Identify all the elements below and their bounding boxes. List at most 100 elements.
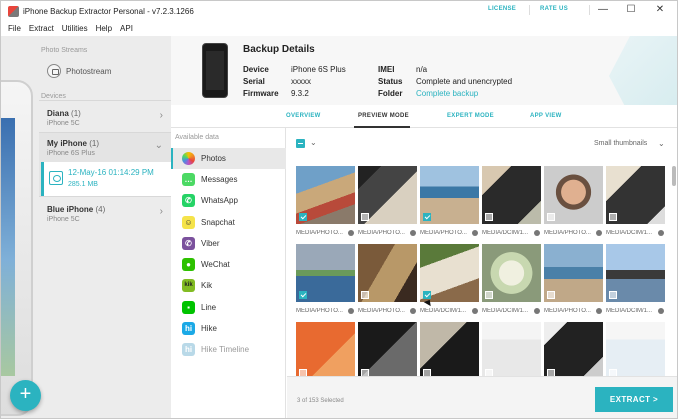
photo-thumbnail[interactable]: MEDIA/DCIM/1...: [606, 244, 665, 317]
category-snapchat[interactable]: ☺ Snapchat: [171, 212, 286, 233]
photo-image[interactable]: [606, 244, 665, 302]
chevron-down-icon[interactable]: ⌄: [658, 139, 665, 148]
photo-image[interactable]: [606, 166, 665, 224]
photo-image[interactable]: [296, 244, 355, 302]
photo-thumbnail[interactable]: [296, 322, 355, 380]
more-options-icon[interactable]: [348, 230, 354, 236]
more-options-icon[interactable]: [348, 308, 354, 314]
photo-image[interactable]: [482, 322, 541, 380]
photo-thumbnail[interactable]: [606, 322, 665, 380]
menu-help[interactable]: Help: [96, 24, 112, 33]
more-options-icon[interactable]: [658, 230, 664, 236]
photo-checkbox[interactable]: [609, 291, 617, 299]
thumbnail-size-select[interactable]: Small thumbnails: [594, 140, 647, 147]
chevron-down-icon[interactable]: ⌄: [310, 138, 317, 147]
tab-overview[interactable]: OVERVIEW: [286, 113, 321, 119]
photo-thumbnail[interactable]: MEDIA/DCIM/1...: [482, 166, 541, 239]
photo-caption: MEDIA/PHOTO...: [544, 227, 603, 239]
more-options-icon[interactable]: [658, 308, 664, 314]
photo-checkbox[interactable]: [547, 291, 555, 299]
photo-checkbox[interactable]: [299, 213, 307, 221]
more-options-icon[interactable]: [472, 230, 478, 236]
close-button[interactable]: ✕: [653, 4, 667, 16]
more-options-icon[interactable]: [410, 308, 416, 314]
more-options-icon[interactable]: [534, 230, 540, 236]
photo-checkbox[interactable]: [361, 291, 369, 299]
photo-image[interactable]: [544, 244, 603, 302]
messages-icon: …: [182, 173, 195, 186]
photo-thumbnail[interactable]: MEDIA/PHOTO...: [544, 244, 603, 317]
rate-us-link[interactable]: RATE US: [540, 6, 568, 12]
category-photos[interactable]: Photos: [171, 148, 286, 169]
phone-screen-illustration: [1, 118, 15, 376]
photo-thumbnail[interactable]: MEDIA/DCIM/1...: [606, 166, 665, 239]
photo-image[interactable]: [482, 244, 541, 302]
photo-image[interactable]: [420, 322, 479, 380]
photo-thumbnail[interactable]: MEDIA/PHOTO...: [296, 244, 355, 317]
photo-thumbnail[interactable]: MEDIA/DCIM/1...: [482, 244, 541, 317]
category-line[interactable]: ▪ Line: [171, 297, 286, 318]
more-options-icon[interactable]: [596, 230, 602, 236]
photo-checkbox[interactable]: [609, 213, 617, 221]
photo-image[interactable]: [420, 244, 479, 302]
photo-image[interactable]: [358, 166, 417, 224]
more-options-icon[interactable]: [534, 308, 540, 314]
category-messages[interactable]: … Messages: [171, 169, 286, 190]
device-item-blue-iphone[interactable]: Blue iPhone (4) iPhone 5C ›: [39, 196, 171, 228]
category-wechat[interactable]: ● WeChat: [171, 254, 286, 275]
photo-checkbox[interactable]: [423, 213, 431, 221]
photo-thumbnail[interactable]: [420, 322, 479, 380]
category-hike-timeline[interactable]: hi Hike Timeline: [171, 339, 286, 360]
photo-image[interactable]: [358, 244, 417, 302]
menu-utilities[interactable]: Utilities: [62, 24, 88, 33]
more-options-icon[interactable]: [596, 308, 602, 314]
photostream-item[interactable]: Photostream: [47, 64, 111, 78]
category-kik[interactable]: kik Kik: [171, 275, 286, 296]
photo-thumbnail[interactable]: MEDIA/PHOTO...: [296, 166, 355, 239]
photo-image[interactable]: [296, 322, 355, 380]
menu-file[interactable]: File: [8, 24, 21, 33]
photo-image[interactable]: [544, 322, 603, 380]
device-item-diana[interactable]: Diana (1) iPhone 5C ›: [39, 100, 171, 132]
photo-image[interactable]: [606, 322, 665, 380]
photo-checkbox[interactable]: [299, 291, 307, 299]
photo-checkbox[interactable]: [547, 213, 555, 221]
photo-image[interactable]: [544, 166, 603, 224]
photo-thumbnail[interactable]: [544, 322, 603, 380]
photo-image[interactable]: [420, 166, 479, 224]
photo-image[interactable]: [358, 322, 417, 380]
category-whatsapp[interactable]: ✆ WhatsApp: [171, 190, 286, 211]
category-hike[interactable]: hi Hike: [171, 318, 286, 339]
license-link[interactable]: LICENSE: [488, 6, 516, 12]
photo-thumbnail[interactable]: [482, 322, 541, 380]
menu-api[interactable]: API: [120, 24, 133, 33]
photo-thumbnail[interactable]: [358, 322, 417, 380]
photo-checkbox[interactable]: [361, 213, 369, 221]
open-folder-link[interactable]: Complete backup: [416, 89, 478, 98]
more-options-icon[interactable]: [410, 230, 416, 236]
more-options-icon[interactable]: [472, 308, 478, 314]
select-all-checkbox[interactable]: [296, 139, 305, 148]
tab-app-view[interactable]: APP VIEW: [530, 113, 562, 119]
photo-thumbnail[interactable]: MEDIA/PHOTO...: [358, 244, 417, 317]
photo-image[interactable]: [482, 166, 541, 224]
photo-checkbox[interactable]: [485, 213, 493, 221]
extract-button[interactable]: EXTRACT >: [595, 387, 673, 412]
photo-thumbnail[interactable]: MEDIA/DCIM/1...: [420, 244, 479, 317]
menu-extract[interactable]: Extract: [29, 24, 54, 33]
category-viber[interactable]: ✆ Viber: [171, 233, 286, 254]
vertical-scrollbar[interactable]: [671, 166, 677, 389]
scrollbar-thumb[interactable]: [672, 166, 676, 186]
backup-item[interactable]: 12-May-16 01:14:29 PM 285.1 MB: [41, 162, 171, 196]
photo-checkbox[interactable]: [485, 291, 493, 299]
photo-thumbnail[interactable]: MEDIA/PHOTO...: [420, 166, 479, 239]
photo-image[interactable]: [296, 166, 355, 224]
app-logo-icon: [8, 5, 19, 17]
tab-expert-mode[interactable]: EXPERT MODE: [447, 113, 494, 119]
photo-thumbnail[interactable]: MEDIA/PHOTO...: [544, 166, 603, 239]
tab-preview-mode[interactable]: PREVIEW MODE: [358, 113, 409, 119]
add-device-button[interactable]: +: [10, 380, 41, 411]
minimize-button[interactable]: —: [596, 4, 610, 16]
maximize-button[interactable]: ☐: [624, 4, 638, 16]
photo-thumbnail[interactable]: MEDIA/PHOTO...: [358, 166, 417, 239]
